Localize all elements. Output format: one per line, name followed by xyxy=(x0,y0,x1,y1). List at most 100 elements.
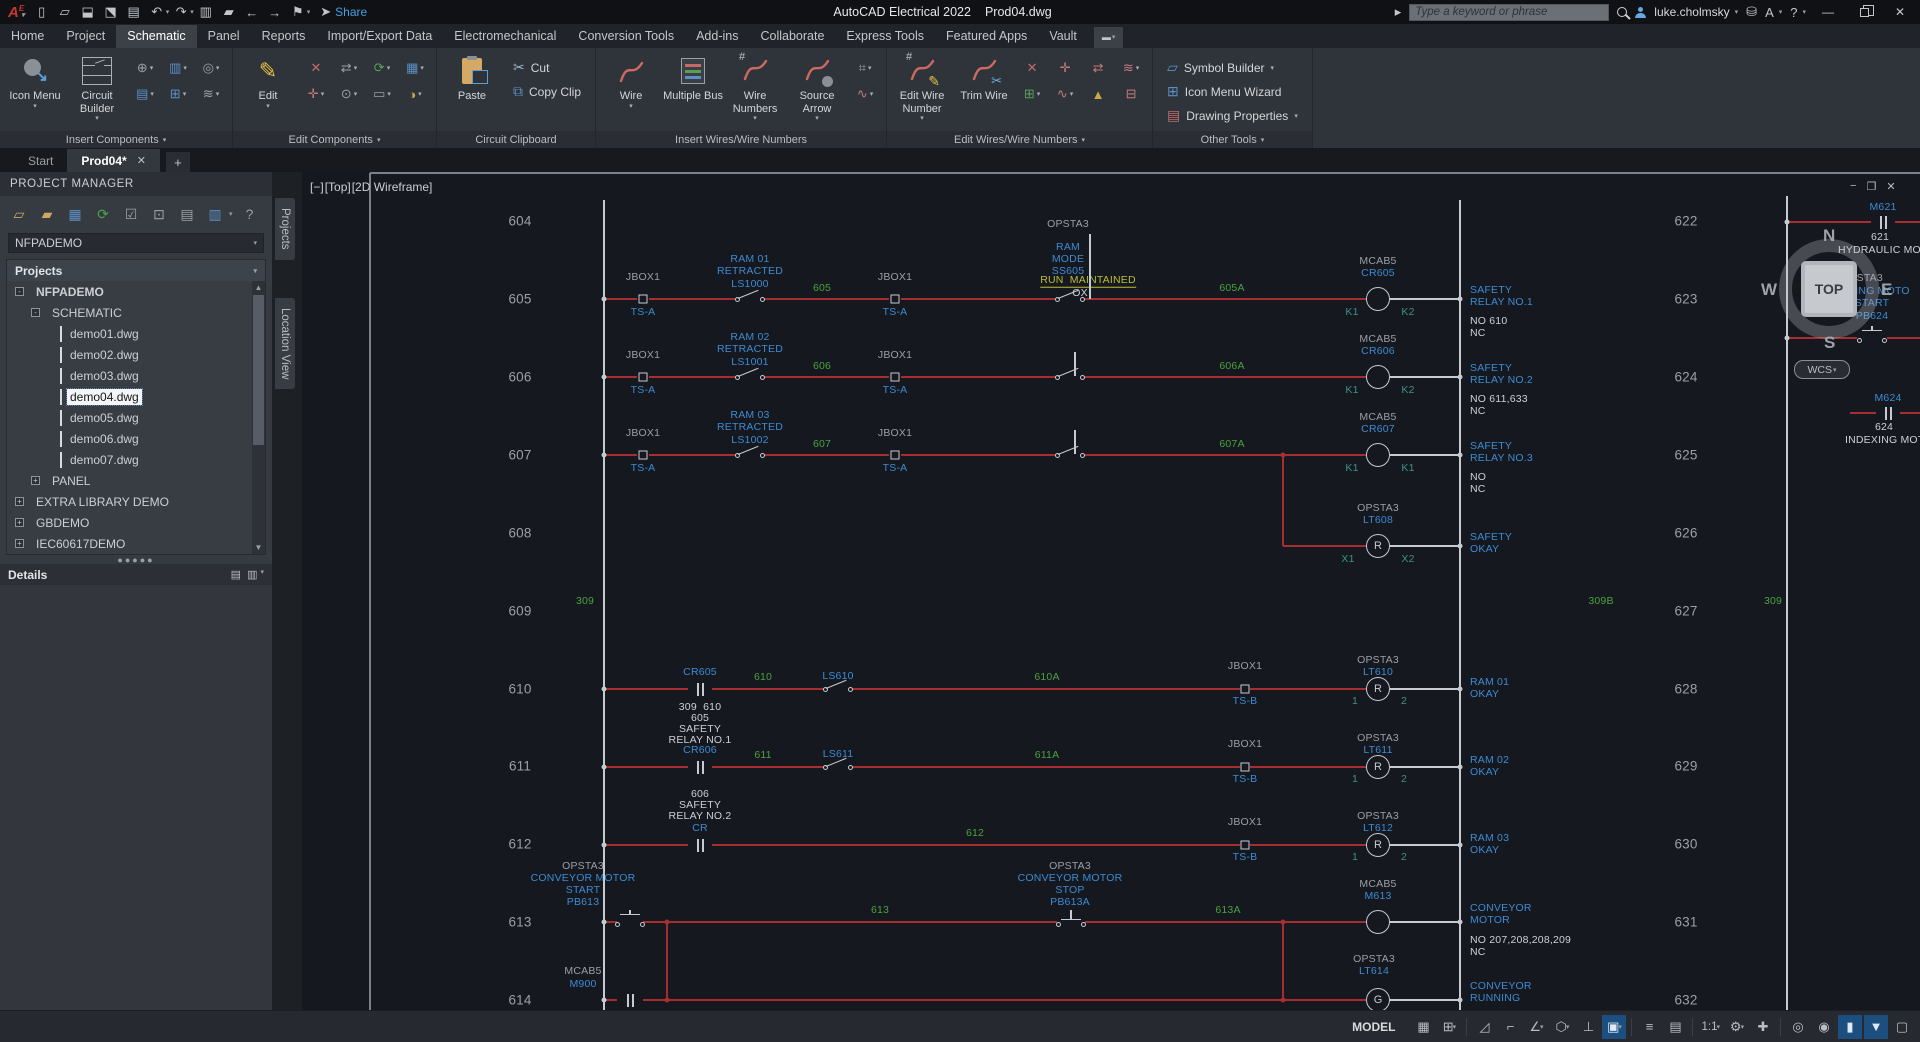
object-snap-icon[interactable]: ▣▾ xyxy=(1602,1015,1626,1039)
switch-symbol[interactable] xyxy=(735,445,765,465)
schematic-text[interactable]: CONVEYOR xyxy=(1470,903,1532,914)
scroll-down-icon[interactable]: ▼ xyxy=(255,543,263,552)
wire-segment[interactable] xyxy=(1282,455,1283,546)
schematic-text[interactable]: 606A xyxy=(1219,361,1244,372)
schematic-text[interactable]: SAFETY xyxy=(1470,532,1512,543)
wire-segment[interactable] xyxy=(1390,844,1460,845)
schematic-text[interactable]: JBOX1 xyxy=(878,350,912,361)
osnap-tracking-icon[interactable]: ⊥ xyxy=(1576,1015,1600,1039)
panel-label[interactable]: Insert Components▾ xyxy=(0,131,232,148)
wire-gap-button[interactable]: ≋▾ xyxy=(1116,57,1146,79)
junction-dot[interactable] xyxy=(602,687,607,692)
restore-button[interactable] xyxy=(1850,1,1878,23)
copy-component-button[interactable]: ⇄▾ xyxy=(334,57,364,79)
wire-segment[interactable] xyxy=(604,766,688,767)
junction-dot[interactable] xyxy=(665,998,670,1003)
tree-item-demo03-dwg[interactable]: demo03.dwg xyxy=(7,365,252,386)
lamp-symbol[interactable]: G xyxy=(1366,988,1390,1010)
schematic-text[interactable]: CR606 xyxy=(1361,346,1395,357)
viewcube-north[interactable]: N xyxy=(1823,226,1835,246)
toggle-nonc-button[interactable]: ◑▾ xyxy=(400,83,430,105)
equipment-list-button[interactable]: ▤▾ xyxy=(130,83,160,105)
help-icon[interactable]: ? xyxy=(1790,5,1797,20)
viewport-view-control[interactable]: [Top] xyxy=(325,180,351,194)
update-folder-icon[interactable]: ⊡ xyxy=(148,203,170,225)
schematic-text[interactable]: 611 xyxy=(509,759,531,773)
pushbutton-nc-symbol[interactable] xyxy=(1056,910,1086,934)
schematic-text[interactable]: NO xyxy=(1470,472,1486,483)
ribbon-tab-express-tools[interactable]: Express Tools xyxy=(835,25,935,48)
schematic-text[interactable]: 606 xyxy=(691,789,709,800)
workspace-switching-icon[interactable]: ⚙▾ xyxy=(1725,1015,1749,1039)
wire-segment[interactable] xyxy=(1282,922,1283,1000)
schematic-text[interactable]: NO 611,633 xyxy=(1470,394,1528,405)
schematic-text[interactable]: RELAY NO.3 xyxy=(1470,453,1533,464)
switch-symbol[interactable] xyxy=(1055,289,1085,309)
schematic-text[interactable]: 624 xyxy=(1674,370,1697,384)
schematic-text[interactable]: M621 xyxy=(1869,202,1896,213)
schematic-text[interactable]: PB613 xyxy=(567,897,600,908)
wire-segment[interactable] xyxy=(764,298,889,299)
wire-segment[interactable] xyxy=(1390,376,1460,377)
schematic-text[interactable]: LT612 xyxy=(1363,823,1393,834)
schematic-text[interactable]: NO 610 xyxy=(1470,316,1507,327)
wire-segment[interactable] xyxy=(1390,999,1460,1000)
schematic-text[interactable]: 626 xyxy=(1674,526,1697,540)
redo-icon-caret[interactable]: ▾ xyxy=(190,8,194,16)
schematic-text[interactable]: 1 xyxy=(1352,774,1358,785)
tree-item-panel[interactable]: +PANEL xyxy=(7,470,252,491)
multiple-bus-button[interactable]: Multiple Bus xyxy=(662,51,724,129)
tree-item-nfpademo[interactable]: -NFPADEMO xyxy=(7,281,252,302)
wire-button[interactable]: Wire▾ xyxy=(600,51,662,129)
wire-segment[interactable] xyxy=(1390,298,1460,299)
details-toggle-icon[interactable]: ▤ xyxy=(231,568,241,581)
schematic-text[interactable]: MCAB5 xyxy=(1359,256,1396,267)
wire-segment[interactable] xyxy=(1887,337,1920,338)
move-wire-number-button[interactable]: ✛ xyxy=(1050,57,1080,79)
schematic-text[interactable]: 605A xyxy=(1219,283,1244,294)
autodesk-icon[interactable]: A xyxy=(1765,5,1774,20)
junction-dot[interactable] xyxy=(602,297,607,302)
tree-item-demo02-dwg[interactable]: demo02.dwg xyxy=(7,344,252,365)
schematic-text[interactable]: TS-A xyxy=(883,307,908,318)
minimize-button[interactable]: — xyxy=(1814,1,1842,23)
wire-segment[interactable] xyxy=(649,454,736,455)
schematic-text[interactable]: 628 xyxy=(1674,682,1697,696)
workspace-icon[interactable]: ⚑ xyxy=(287,2,309,22)
junction-dot[interactable] xyxy=(1458,765,1463,770)
close-button[interactable]: ✕ xyxy=(1886,1,1914,23)
doc-restore-icon[interactable]: ❐ xyxy=(1866,180,1876,193)
schematic-text[interactable]: LT611 xyxy=(1363,745,1392,756)
junction-dot[interactable] xyxy=(665,920,670,925)
schematic-text[interactable]: 607A xyxy=(1219,439,1244,450)
schematic-text[interactable]: JBOX1 xyxy=(1228,817,1262,828)
schematic-text[interactable]: X1 xyxy=(1341,554,1354,565)
ribbon-tab-add-ins[interactable]: Add-ins xyxy=(685,25,749,48)
collapse-icon[interactable]: - xyxy=(31,308,40,317)
coil-symbol[interactable] xyxy=(1366,287,1390,311)
wire-segment[interactable] xyxy=(1250,766,1366,767)
schematic-text[interactable]: TS-B xyxy=(1233,774,1258,785)
schematic-text[interactable]: OKAY xyxy=(1470,767,1499,778)
schematic-text[interactable]: 632 xyxy=(1674,993,1697,1007)
contact-symbol[interactable] xyxy=(1876,406,1900,420)
terminal-symbol[interactable] xyxy=(1241,841,1250,850)
terminal-symbol[interactable] xyxy=(1241,763,1250,772)
schematic-text[interactable]: 627 xyxy=(1674,604,1697,618)
help-caret-icon[interactable]: ▾ xyxy=(1802,8,1806,16)
schematic-text[interactable]: SAFETY xyxy=(1470,441,1512,452)
schematic-text[interactable]: MCAB5 xyxy=(1359,879,1396,890)
filter-icon[interactable]: ▼ xyxy=(1864,1015,1888,1039)
app-store-icon[interactable]: ⛁ xyxy=(1746,4,1757,20)
schematic-text[interactable]: 309 xyxy=(1764,596,1782,607)
schematic-text[interactable]: OPSTA3 xyxy=(1357,655,1399,666)
schematic-text[interactable]: SAFETY xyxy=(1470,363,1512,374)
junction-dot[interactable] xyxy=(602,920,607,925)
switch-symbol[interactable] xyxy=(823,679,853,699)
viewport-visual-style-control[interactable]: [2D Wireframe] xyxy=(352,180,433,194)
schematic-text[interactable]: 610A xyxy=(1034,672,1059,683)
schematic-text[interactable]: K2 xyxy=(1401,385,1414,396)
terminal-symbol[interactable] xyxy=(891,295,900,304)
plot-icon[interactable]: ▤ xyxy=(123,2,145,22)
schematic-text[interactable]: LS1000 xyxy=(731,279,768,290)
